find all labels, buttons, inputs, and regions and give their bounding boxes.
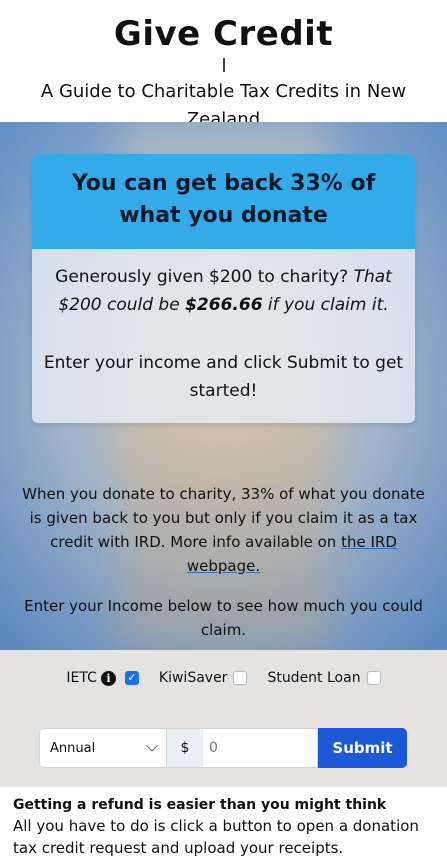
refund-text: All you have to do is click a button to …: [13, 817, 419, 857]
promo-card-heading: You can get back 33% of what you donate: [32, 154, 415, 249]
promo-line-2: Enter your income and click Submit to ge…: [43, 353, 404, 401]
ietc-checkbox[interactable]: ✓: [124, 671, 139, 685]
chevron-down-icon: [146, 740, 158, 752]
promo-card-body: Generously given $200 to charity? That $…: [32, 249, 415, 423]
currency-addon: $: [167, 728, 203, 768]
student-loan-option: Student Loan: [267, 670, 381, 686]
promo-line-1: Generously given $200 to charity? That $…: [40, 263, 407, 319]
income-form: Annual $ Submit: [39, 728, 407, 768]
options-row: IETC i ✓ KiwiSaver Student Loan: [0, 670, 447, 686]
promo-card: You can get back 33% of what you donate …: [32, 154, 415, 423]
kiwisaver-label: KiwiSaver: [158, 670, 228, 686]
period-select-value: Annual: [50, 740, 96, 756]
hero-section: You can get back 33% of what you donate …: [0, 122, 447, 650]
refund-section: Getting a refund is easier than you migh…: [0, 787, 447, 859]
promo-amount: $266.66: [185, 295, 263, 315]
calculator-controls: IETC i ✓ KiwiSaver Student Loan Annual $…: [0, 650, 447, 787]
submit-button[interactable]: Submit: [318, 728, 407, 768]
title-divider: [222, 58, 225, 72]
student-loan-checkbox[interactable]: [366, 671, 381, 685]
site-header: Give Credit A Guide to Charitable Tax Cr…: [0, 0, 447, 130]
ietc-option: IETC i ✓: [66, 670, 139, 686]
info-paragraph-1: When you donate to charity, 33% of what …: [18, 482, 429, 578]
student-loan-label: Student Loan: [267, 670, 361, 686]
kiwisaver-option: KiwiSaver: [159, 670, 248, 686]
promo-line-1-plain: Generously given $200 to charity?: [55, 267, 354, 287]
promo-line-1-tail: if you claim it.: [262, 295, 389, 315]
info-icon[interactable]: i: [100, 670, 116, 686]
income-input[interactable]: [203, 728, 318, 768]
kiwisaver-checkbox[interactable]: [233, 671, 248, 685]
refund-heading: Getting a refund is easier than you migh…: [13, 797, 387, 813]
site-title: Give Credit: [113, 14, 334, 54]
period-select[interactable]: Annual: [39, 728, 167, 768]
info-paragraph-2: Enter your Income below to see how much …: [24, 597, 423, 639]
info-text: When you donate to charity, 33% of what …: [18, 482, 429, 642]
ietc-label: IETC: [66, 670, 97, 686]
